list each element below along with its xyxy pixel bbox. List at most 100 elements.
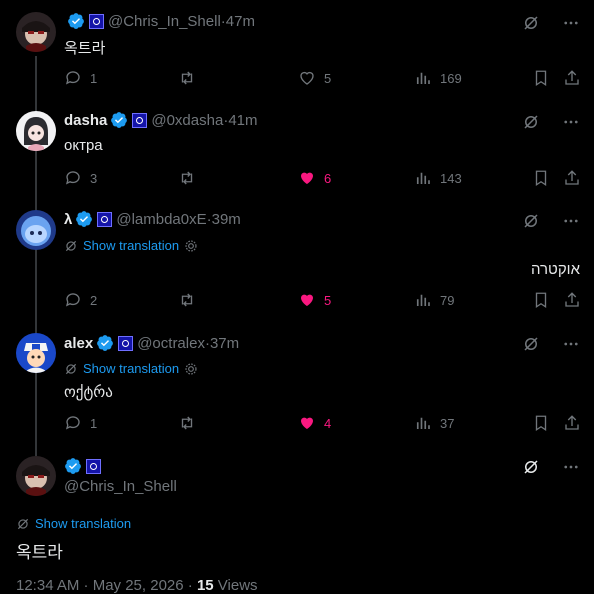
- tweet-header: dasha @0xdasha · 41m: [64, 111, 258, 129]
- handle[interactable]: @octralex: [137, 335, 205, 352]
- retweet-icon: [181, 71, 193, 85]
- grok-icon: [65, 240, 77, 251]
- timestamp[interactable]: 47m: [226, 13, 255, 30]
- bookmark-button[interactable]: [532, 68, 550, 88]
- avatar[interactable]: [16, 210, 56, 250]
- retweet-button[interactable]: [178, 168, 196, 188]
- more-icon[interactable]: [562, 335, 580, 353]
- reply-button[interactable]: 1: [64, 413, 97, 433]
- views-icon: [416, 172, 430, 184]
- share-icon: [565, 292, 579, 307]
- like-button[interactable]: 6: [298, 168, 331, 188]
- action-bar: 1 5 169: [64, 68, 584, 88]
- handle[interactable]: @Chris_In_Shell: [108, 13, 221, 30]
- views-icon: [416, 294, 430, 306]
- display-name[interactable]: dasha: [64, 112, 107, 129]
- retweet-button[interactable]: [178, 413, 196, 433]
- bookmark-button[interactable]: [532, 290, 550, 310]
- reply-count: 2: [90, 292, 98, 308]
- grok-icon[interactable]: [522, 14, 540, 32]
- views-count: 169: [440, 70, 462, 86]
- like-icon: [300, 71, 314, 85]
- handle[interactable]: @0xdasha: [151, 112, 223, 129]
- views-button[interactable]: 37: [414, 413, 454, 433]
- bookmark-button[interactable]: [532, 413, 550, 433]
- bookmark-icon: [535, 292, 547, 309]
- share-icon: [565, 415, 579, 430]
- tweet-top-actions: [522, 113, 580, 131]
- like-count: 5: [324, 70, 332, 86]
- show-translation-link[interactable]: Show translation: [64, 361, 198, 376]
- reply-count: 1: [90, 415, 98, 431]
- tweet-text: 옥트라: [64, 40, 106, 57]
- show-translation-link[interactable]: Show translation: [16, 516, 131, 531]
- grok-icon[interactable]: [522, 458, 540, 476]
- more-icon[interactable]: [562, 113, 580, 131]
- timestamp[interactable]: 41m: [228, 112, 257, 129]
- views-button[interactable]: 79: [414, 290, 454, 310]
- like-count: 6: [324, 170, 332, 186]
- retweet-button[interactable]: [178, 68, 196, 88]
- verified-icon: [111, 112, 128, 128]
- avatar[interactable]: [16, 111, 56, 151]
- views-count: 15: [196, 577, 214, 594]
- main-tweet-badges: [64, 457, 105, 475]
- reply-icon: [65, 171, 80, 185]
- bookmark-button[interactable]: [532, 168, 550, 188]
- reply-button[interactable]: 3: [64, 168, 97, 188]
- share-button[interactable]: [563, 413, 581, 433]
- grok-icon: [17, 518, 29, 529]
- more-icon[interactable]: [562, 14, 580, 32]
- more-icon[interactable]: [562, 458, 580, 476]
- verified-icon: [65, 458, 81, 474]
- tweet-text: ოქტრა: [64, 384, 113, 401]
- timestamp[interactable]: 39m: [212, 211, 241, 228]
- retweet-icon: [181, 293, 193, 307]
- views-button[interactable]: 169: [414, 68, 462, 88]
- grok-icon[interactable]: [522, 113, 540, 131]
- views-icon: [416, 417, 430, 429]
- views-button[interactable]: 143: [414, 168, 462, 188]
- display-name[interactable]: alex: [64, 335, 93, 352]
- main-handle[interactable]: @Chris_In_Shell: [64, 478, 177, 495]
- show-translation-link[interactable]: Show translation: [64, 238, 198, 253]
- reply-icon: [65, 416, 80, 430]
- like-icon: [301, 417, 313, 429]
- handle[interactable]: @lambda0xE: [116, 211, 206, 228]
- views-icon: [416, 72, 430, 84]
- org-badge: [86, 458, 101, 474]
- verified-icon: [76, 211, 93, 227]
- avatar[interactable]: [16, 12, 56, 52]
- more-icon[interactable]: [562, 212, 580, 230]
- show-translation-label: Show translation: [35, 516, 132, 531]
- tweet-timestamp[interactable]: 12:34 AM · May 25, 2026 ·: [16, 577, 197, 594]
- tweet-top-actions: [522, 212, 580, 230]
- grok-icon[interactable]: [522, 212, 540, 230]
- reply-count: 3: [90, 170, 98, 186]
- action-bar: 2 5 79: [64, 290, 584, 310]
- grok-icon[interactable]: [522, 335, 540, 353]
- views-count: 37: [440, 415, 455, 431]
- reply-button[interactable]: 2: [64, 290, 97, 310]
- show-translation-label: Show translation: [83, 361, 180, 376]
- bookmark-icon: [535, 70, 547, 87]
- org-badge: [132, 112, 148, 128]
- tweet-header: λ @lambda0xE · 39m: [64, 210, 241, 228]
- display-name[interactable]: λ: [64, 211, 72, 228]
- like-button[interactable]: 4: [298, 413, 331, 433]
- main-tweet-text: 옥트라: [16, 543, 63, 562]
- like-button[interactable]: 5: [298, 68, 331, 88]
- translate-icon: [185, 239, 197, 252]
- like-button[interactable]: 5: [298, 290, 331, 310]
- like-count: 5: [324, 292, 332, 308]
- share-button[interactable]: [563, 290, 581, 310]
- like-icon: [301, 172, 313, 184]
- share-button[interactable]: [563, 68, 581, 88]
- timestamp[interactable]: 37m: [210, 335, 239, 352]
- retweet-icon: [181, 416, 193, 430]
- reply-button[interactable]: 1: [64, 68, 97, 88]
- avatar[interactable]: [16, 456, 56, 496]
- retweet-button[interactable]: [178, 290, 196, 310]
- avatar[interactable]: [16, 333, 56, 373]
- share-button[interactable]: [563, 168, 581, 188]
